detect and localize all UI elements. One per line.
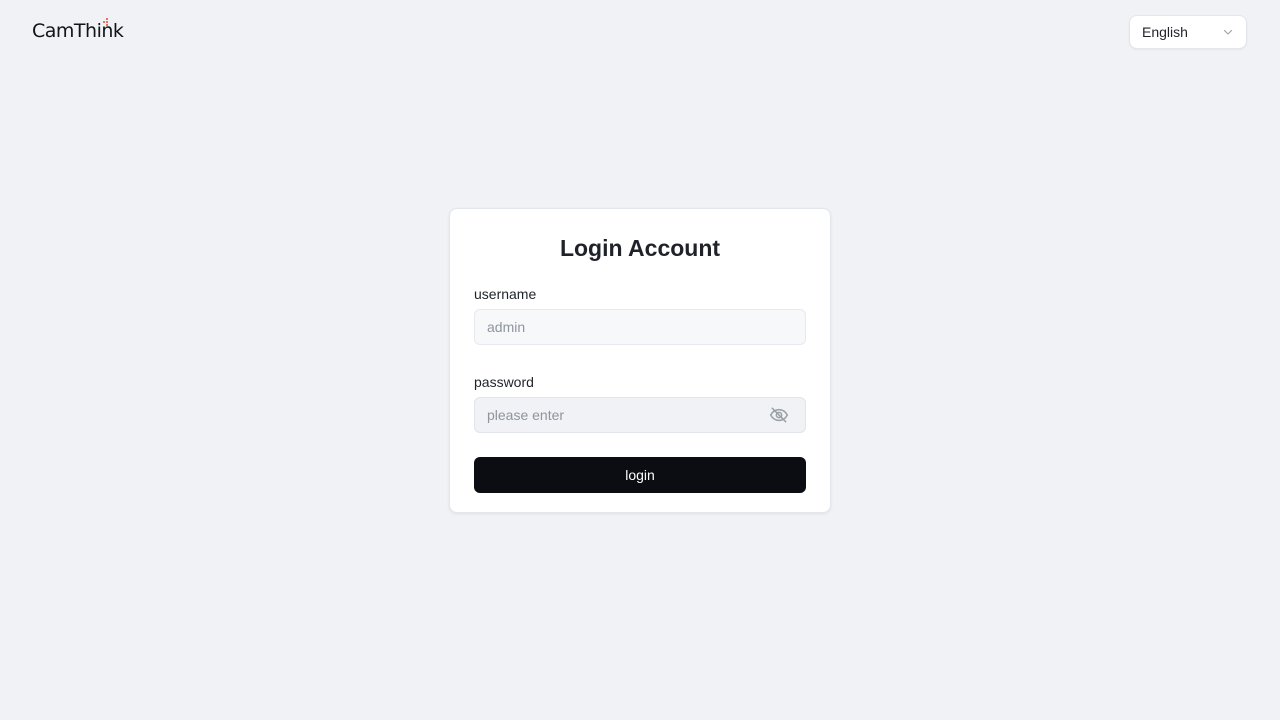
login-card: Login Account username password login xyxy=(449,208,831,513)
username-label: username xyxy=(474,286,537,302)
logo-accent-icon xyxy=(103,18,109,28)
password-input[interactable] xyxy=(487,407,769,423)
eye-off-icon[interactable] xyxy=(769,405,789,425)
login-title: Login Account xyxy=(559,235,721,261)
password-label: password xyxy=(474,374,534,390)
username-input[interactable] xyxy=(487,319,793,335)
login-button[interactable]: login xyxy=(474,457,806,493)
logo-text: CamThink xyxy=(32,20,124,42)
password-field-wrapper xyxy=(474,397,806,433)
username-field-wrapper xyxy=(474,309,806,345)
language-selected-value: English xyxy=(1142,24,1188,40)
language-select[interactable]: English xyxy=(1129,15,1247,49)
app-logo: CamThink xyxy=(32,14,124,48)
chevron-down-icon xyxy=(1222,26,1234,38)
